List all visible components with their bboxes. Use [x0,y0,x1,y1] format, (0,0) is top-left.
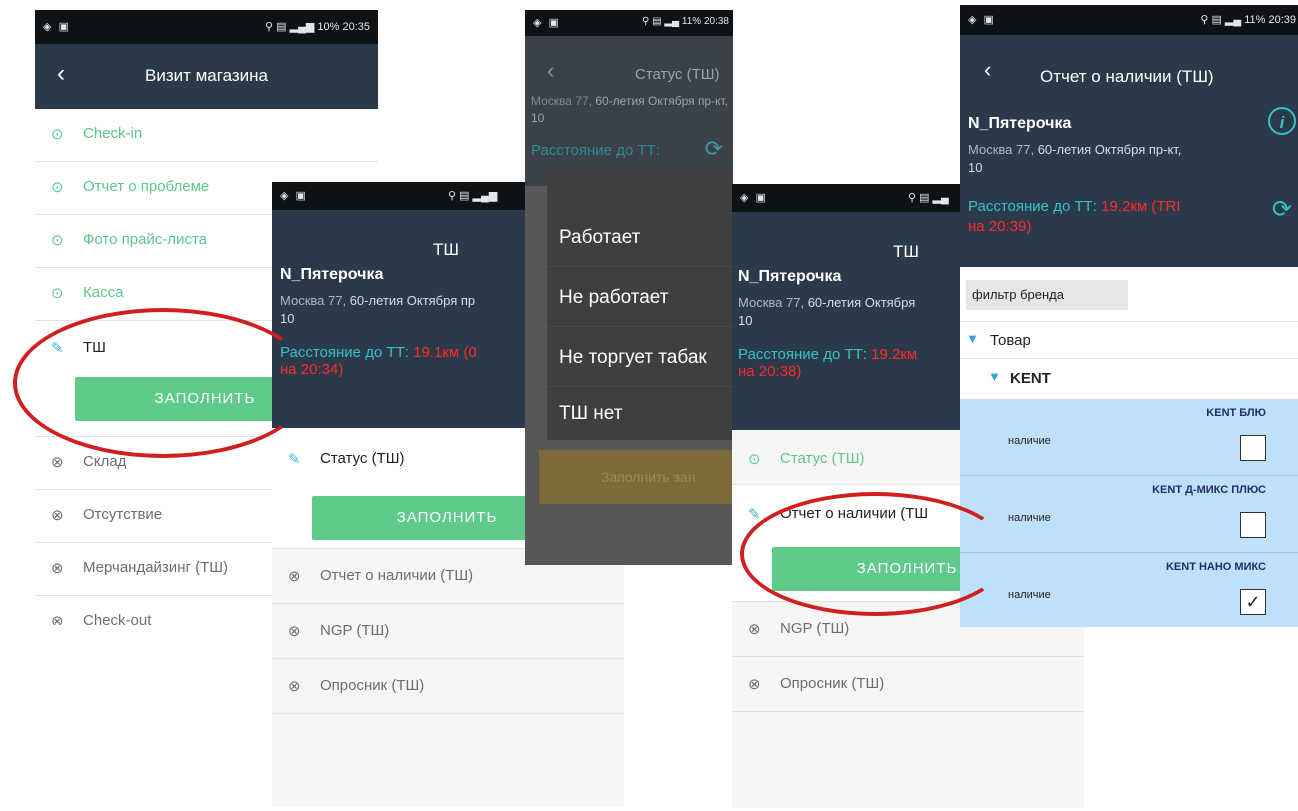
cross-circle-icon: ⊗ [51,454,64,471]
status-options-dialog: Работает Не работает Не торгует табак ТШ… [547,170,733,440]
page-title: ТШ [893,242,919,261]
screen-availability-report: ◈ ▣ ⚲ ▤ ▂▄ 11% 20:39 ‹ Отчет о наличии (… [960,5,1298,627]
highlight-ellipse [13,308,313,458]
dimmed-background: ‹ Статус (ТШ) Москва 77, 60-летия Октябр… [525,36,733,186]
tree-root[interactable]: ▼ Товар [960,321,1298,359]
notification-icons: ◈ ▣ [533,17,561,29]
notification-icons: ◈ ▣ [280,190,308,202]
cross-circle-icon: ⊗ [288,678,301,695]
check-circle-icon: ⊙ [748,451,761,468]
status-icons: ⚲ ▤ ▂▄▆ [448,190,498,202]
page-title: ТШ [433,240,459,259]
app-bar: ‹ Визит магазина [35,44,378,109]
notification-icons: ◈ ▣ [740,192,768,204]
back-arrow-icon[interactable]: ‹ [984,57,991,83]
check-circle-icon: ⊙ [51,126,64,143]
expand-triangle-icon: ▼ [966,331,979,346]
faded-fill-button: Заполнить зан [539,450,733,504]
option-not-working[interactable]: Не работает [547,270,733,327]
back-arrow-icon: ‹ [547,58,555,83]
check-circle-icon: ⊙ [51,285,64,302]
distance: Расстояние до ТТ: 19.2км (TRI на 20:39) [968,198,1181,235]
notification-icons: ◈ ▣ [968,14,996,26]
shop-name: N_Пятерочка [968,115,1072,132]
screen-status-dialog: ◈ ▣ ⚲ ▤ ▂▄ 11% 20:38 ‹ Статус (ТШ) Москв… [525,10,733,565]
status-time: ⚲ ▤ ▂▄▆ 10% 20:35 [265,21,370,33]
option-no-tsh[interactable]: ТШ нет [547,386,733,442]
status-time: ⚲ ▤ ▂▄ 11% 20:38 [642,16,729,27]
shop-address: Москва 77, 60-летия Октября пр-кт, 10 [531,94,728,125]
edit-icon: ✎ [748,506,761,523]
cross-circle-icon: ⊗ [51,507,64,524]
status-time: ⚲ ▤ ▂▄ 11% 20:39 [1200,14,1296,26]
page-title: Визит магазина [144,66,268,85]
status-icons: ⚲ ▤ ▂▄ [908,192,949,204]
cross-circle-icon: ⊗ [288,568,301,585]
product-row[interactable]: KENT БЛЮ наличие [960,399,1298,476]
highlight-ellipse [740,492,1010,616]
refresh-icon: ⟳ [704,136,723,161]
option-working[interactable]: Работает [547,210,733,267]
check-circle-icon: ⊙ [51,232,64,249]
cross-circle-icon: ⊗ [748,676,761,693]
status-bar: ◈ ▣ ⚲ ▤ ▂▄▆ 10% 20:35 [35,10,378,44]
list-item-survey[interactable]: ⊗ Опросник (ТШ) [272,659,624,714]
cross-circle-icon: ⊗ [288,623,301,640]
cross-circle-icon: ⊗ [51,560,64,577]
status-bar: ◈ ▣ ⚲ ▤ ▂▄ 11% 20:38 [525,10,733,36]
list-item-checkin[interactable]: ⊙ Check-in [35,109,378,162]
info-icon[interactable]: i [1268,107,1296,135]
expand-triangle-icon: ▼ [988,369,1001,384]
product-row[interactable]: KENT Д-МИКС ПЛЮС наличие [960,476,1298,553]
notification-icons: ◈ ▣ [43,21,71,33]
cross-circle-icon: ⊗ [51,613,64,625]
check-circle-icon: ⊙ [51,179,64,196]
availability-checkbox-checked[interactable]: ✓ [1240,589,1266,615]
edit-icon: ✎ [288,451,301,468]
product-row[interactable]: KENT НАНО МИКС наличие ✓ [960,553,1298,627]
page-title: Статус (ТШ) [635,66,720,83]
status-bar: ◈ ▣ ⚲ ▤ ▂▄ 11% 20:39 [960,5,1298,35]
shop-address: Москва 77, 60-летия Октября пр-кт, 10 [968,142,1182,175]
availability-checkbox[interactable] [1240,512,1266,538]
refresh-icon[interactable]: ⟳ [1272,195,1292,224]
brand-filter-input[interactable]: фильтр бренда [966,280,1128,310]
option-no-tobacco[interactable]: Не торгует табак [547,330,733,387]
cross-circle-icon: ⊗ [748,621,761,638]
availability-checkbox[interactable] [1240,435,1266,461]
tree-brand[interactable]: ▼ KENT [960,358,1298,398]
distance: Расстояние до ТТ: [531,142,660,159]
page-title: Отчет о наличии (ТШ) [1040,67,1214,86]
list-item-survey[interactable]: ⊗ Опросник (ТШ) [732,657,1084,712]
list-item-ngp[interactable]: ⊗ NGP (ТШ) [272,604,624,659]
header: ‹ Отчет о наличии (ТШ) N_Пятерочка i Мос… [960,35,1298,267]
